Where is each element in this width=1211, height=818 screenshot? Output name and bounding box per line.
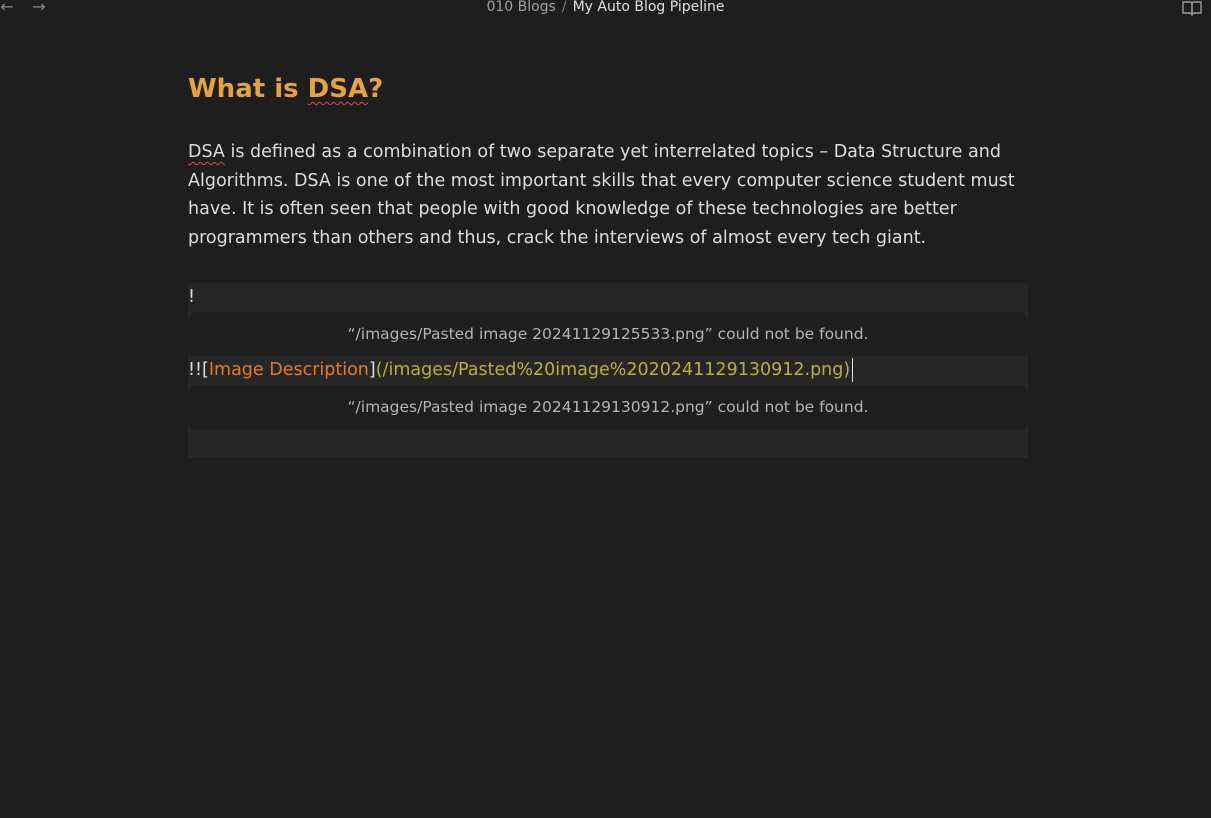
image-link-url: (/images/Pasted%20image%2020241129130912… xyxy=(375,359,851,380)
text-cursor xyxy=(852,357,854,382)
line1-text: ! xyxy=(188,286,196,307)
paragraph-text: is defined as a combination of two separ… xyxy=(188,142,1015,249)
breadcrumb-file-title[interactable]: My Auto Blog Pipeline xyxy=(573,0,725,15)
embed2-message: “/images/Pasted image 20241129130912.png… xyxy=(347,397,869,416)
missing-image-embed-2: “/images/Pasted image 20241129130912.png… xyxy=(188,384,1028,429)
editor-content[interactable]: What is DSA? DSA is defined as a combina… xyxy=(188,60,1028,458)
title-bar: ← → 010 Blogs / My Auto Blog Pipeline xyxy=(0,0,1211,20)
image-alt-text: Image Description xyxy=(208,359,369,380)
missing-image-embed-1: “/images/Pasted image 20241129125533.png… xyxy=(188,311,1028,356)
active-edit-block[interactable]: ! “/images/Pasted image 20241129125533.p… xyxy=(188,282,1028,458)
image-link-prefix: !![ xyxy=(188,359,209,380)
heading-prefix: What is xyxy=(188,74,308,104)
image-link-close-bracket: ] xyxy=(368,359,376,380)
paragraph-misspelled-term[interactable]: DSA xyxy=(188,142,225,162)
open-book-icon[interactable] xyxy=(1181,0,1203,18)
breadcrumb-folder[interactable]: 010 Blogs xyxy=(486,0,555,15)
heading-suffix: ? xyxy=(368,74,384,104)
breadcrumb-separator: / xyxy=(561,0,567,15)
breadcrumb: 010 Blogs / My Auto Blog Pipeline xyxy=(0,0,1211,16)
heading-misspelled-term[interactable]: DSA xyxy=(308,74,368,104)
embed1-message: “/images/Pasted image 20241129125533.png… xyxy=(347,324,869,343)
body-paragraph[interactable]: DSA is defined as a combination of two s… xyxy=(188,138,1018,253)
document-heading[interactable]: What is DSA? xyxy=(188,60,1028,118)
markdown-line-1[interactable]: ! xyxy=(188,283,1028,312)
empty-line[interactable] xyxy=(188,429,1028,458)
markdown-line-2[interactable]: !![Image Description](/images/Pasted%20i… xyxy=(188,356,1028,385)
